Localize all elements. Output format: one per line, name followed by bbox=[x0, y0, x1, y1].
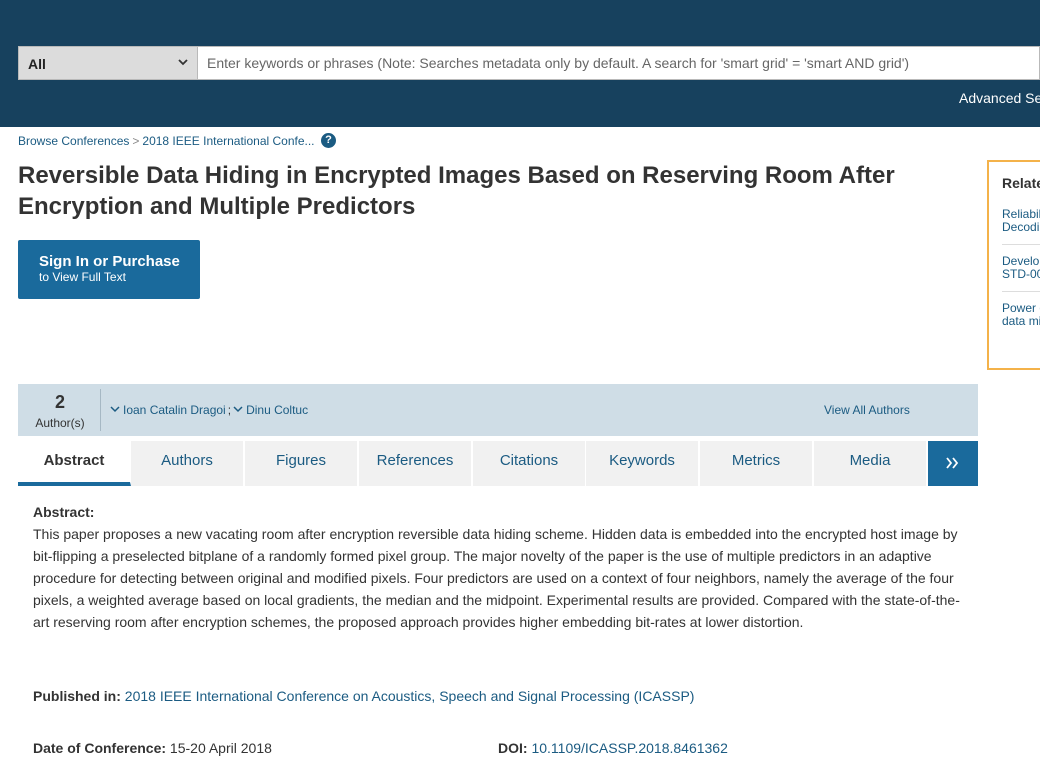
divider bbox=[100, 389, 101, 431]
related-item[interactable]: Reliabil Decodin bbox=[1002, 208, 1040, 234]
view-all-authors-link[interactable]: View All Authors bbox=[824, 403, 910, 417]
published-in-label: Published in: bbox=[33, 688, 121, 704]
double-chevron-right-icon bbox=[946, 457, 959, 469]
chevron-down-icon[interactable] bbox=[110, 406, 120, 413]
author-count-label: Author(s) bbox=[35, 416, 85, 430]
doi-row: DOI: 10.1109/ICASSP.2018.8461362 bbox=[498, 740, 728, 756]
related-item[interactable]: Develop STD-00 bbox=[1002, 255, 1040, 281]
breadcrumb-conference[interactable]: 2018 IEEE International Confe... bbox=[142, 134, 314, 148]
doi-link[interactable]: 10.1109/ICASSP.2018.8461362 bbox=[531, 740, 727, 756]
date-of-conference-label: Date of Conference: bbox=[33, 740, 167, 756]
published-in-row: Published in: 2018 IEEE International Co… bbox=[33, 688, 694, 704]
tab-citations[interactable]: Citations bbox=[473, 441, 586, 486]
related-title: Relate bbox=[1002, 175, 1040, 191]
abstract-heading: Abstract: bbox=[33, 504, 95, 520]
divider bbox=[1002, 291, 1040, 292]
search-scope-select[interactable]: All bbox=[18, 46, 198, 80]
breadcrumb: Browse Conferences >2018 IEEE Internation… bbox=[18, 134, 315, 148]
search-input[interactable] bbox=[198, 46, 1040, 80]
sign-in-sublabel: to View Full Text bbox=[39, 270, 126, 284]
tab-references[interactable]: References bbox=[359, 441, 472, 486]
advanced-search-link[interactable]: Advanced Se bbox=[959, 90, 1040, 106]
more-tabs-button[interactable] bbox=[928, 441, 978, 486]
help-icon[interactable]: ? bbox=[321, 133, 336, 148]
tab-figures[interactable]: Figures bbox=[245, 441, 358, 486]
tab-media[interactable]: Media bbox=[814, 441, 927, 486]
related-item-line: Decodin bbox=[1002, 220, 1040, 234]
tab-authors[interactable]: Authors bbox=[131, 441, 244, 486]
chevron-down-icon[interactable] bbox=[233, 406, 243, 413]
top-header: All Advanced Se bbox=[0, 0, 1040, 127]
sign-in-purchase-button[interactable]: Sign In or Purchase to View Full Text bbox=[18, 240, 200, 299]
sign-in-label: Sign In or Purchase bbox=[39, 253, 180, 270]
author-count: 2 Author(s) bbox=[18, 384, 102, 436]
tab-abstract[interactable]: Abstract bbox=[18, 441, 131, 486]
author-count-number: 2 bbox=[54, 392, 65, 412]
author-separator: ; bbox=[227, 403, 232, 417]
author-link[interactable]: Ioan Catalin Dragoi bbox=[123, 403, 226, 417]
authors-list: Ioan Catalin Dragoi; Dinu Coltuc bbox=[110, 403, 308, 417]
search-scope-value: All bbox=[28, 56, 46, 72]
related-item[interactable]: Power o data mi bbox=[1002, 302, 1040, 328]
breadcrumb-browse-conferences[interactable]: Browse Conferences bbox=[18, 134, 129, 148]
related-articles-panel: Relate Reliabil Decodin Develop STD-00 P… bbox=[987, 160, 1040, 370]
chevron-down-icon bbox=[178, 59, 188, 66]
tab-keywords[interactable]: Keywords bbox=[586, 441, 699, 486]
document-tabs: Abstract Authors Figures References Cita… bbox=[18, 441, 978, 486]
doi-label: DOI: bbox=[498, 740, 528, 756]
authors-bar: 2 Author(s) Ioan Catalin Dragoi; Dinu Col… bbox=[18, 384, 978, 436]
date-of-conference-value: 15-20 April 2018 bbox=[169, 740, 272, 756]
published-in-link[interactable]: 2018 IEEE International Conference on Ac… bbox=[125, 688, 695, 704]
date-of-conference-row: Date of Conference: 15-20 April 2018 bbox=[33, 740, 272, 756]
divider bbox=[1002, 244, 1040, 245]
page-title: Reversible Data Hiding in Encrypted Imag… bbox=[18, 162, 895, 220]
related-item-line: data mi bbox=[1002, 314, 1040, 328]
tab-metrics[interactable]: Metrics bbox=[700, 441, 813, 486]
breadcrumb-separator: > bbox=[132, 134, 140, 148]
abstract-text: This paper proposes a new vacating room … bbox=[33, 526, 960, 630]
author-link[interactable]: Dinu Coltuc bbox=[246, 403, 308, 417]
related-item-line: STD-00 bbox=[1002, 267, 1040, 281]
